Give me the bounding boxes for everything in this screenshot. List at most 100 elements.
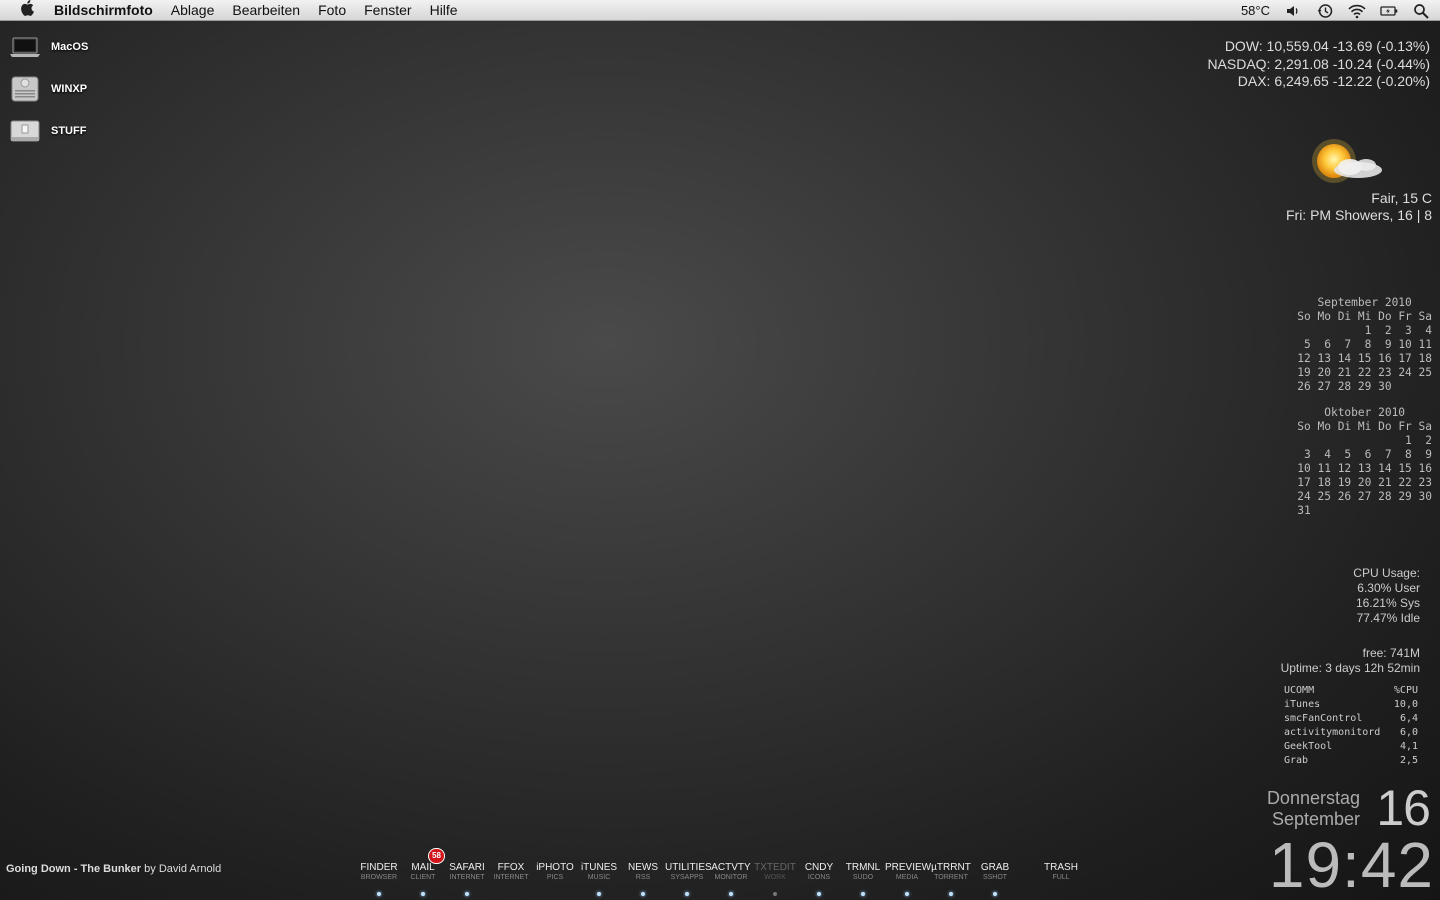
process-cpu: 6,0 <box>1399 727 1418 738</box>
dock-item-iphoto[interactable]: iPHOTO PICS <box>533 862 577 900</box>
running-indicator <box>685 892 689 896</box>
dock-item-textedit[interactable]: TXTEDIT WORK <box>753 862 797 900</box>
dock-item-terminal[interactable]: TRMNL SUDO <box>841 862 885 900</box>
calendar-weekday-row: So Mo Di Mi Do Fr Sa <box>1297 310 1432 323</box>
battery-icon[interactable] <box>1380 3 1398 19</box>
clock-day-number: 16 <box>1376 780 1431 836</box>
running-indicator <box>905 892 909 896</box>
dock-item-subtitle: SUDO <box>852 874 874 881</box>
cpu-user: 6.30% User <box>1357 581 1420 595</box>
running-indicator <box>993 892 997 896</box>
desktop-icon-winxp[interactable]: WINXP <box>9 74 87 104</box>
hard-drive-icon <box>11 76 39 102</box>
dock-item-subtitle: BROWSER <box>360 874 398 881</box>
process-row: activitymonitord 6,0 <box>1284 726 1418 740</box>
dock-item-title: CNDY <box>804 862 834 873</box>
calendar-week-row: 31 <box>1297 504 1311 517</box>
dock-item-subtitle: SSHOT <box>982 874 1008 881</box>
now-playing-by: by <box>144 863 156 875</box>
process-row: smcFanControl 6,4 <box>1284 712 1418 726</box>
running-indicator <box>597 892 601 896</box>
running-indicator <box>465 892 469 896</box>
dock-separator <box>1017 862 1039 900</box>
running-indicator <box>641 892 645 896</box>
dock-item-safari[interactable]: SAFARI INTERNET <box>445 862 489 900</box>
process-cpu: 2,5 <box>1399 755 1418 766</box>
process-name: iTunes <box>1284 699 1321 710</box>
dock-item-activity-monitor[interactable]: ACTVTY MONITOR <box>709 862 753 900</box>
desktop-icon-macos[interactable]: MacOS <box>9 32 88 62</box>
volume-icon[interactable] <box>1284 3 1302 19</box>
process-cpu: 4,1 <box>1399 741 1418 752</box>
dock-item-utilities[interactable]: UTILITIES SYSAPPS <box>665 862 712 900</box>
laptop-icon <box>10 37 40 57</box>
time-machine-icon[interactable] <box>1316 3 1334 19</box>
dock-item-title: TXTEDIT <box>754 862 796 873</box>
dock-item-trash[interactable]: TRASH FULL <box>1039 862 1083 900</box>
clock-weekday: Donnerstag <box>1266 788 1360 808</box>
calendar-september: September 2010 So Mo Di Mi Do Fr Sa 1 2 … <box>1297 296 1432 394</box>
dock-item-news[interactable]: NEWS RSS <box>621 862 665 900</box>
dock-item-subtitle: PICS <box>546 874 564 881</box>
menu-bar: Bildschirmfoto Ablage Bearbeiten Foto Fe… <box>0 0 1440 21</box>
temperature-reading[interactable]: 58°C <box>1241 3 1270 18</box>
now-playing-track: Going Down - The Bunker <box>6 863 142 875</box>
desktop-icon-label: STUFF <box>51 125 87 137</box>
dock-item-subtitle: WORK <box>764 874 786 881</box>
calendar-week-row: 17 18 19 20 21 22 23 <box>1297 476 1432 489</box>
dock-item-title: ACTVTY <box>711 862 751 873</box>
now-playing-artist: David Arnold <box>158 863 222 875</box>
sun-cloud-icon <box>1312 139 1382 183</box>
dock-item-subtitle: INTERNET <box>449 874 485 881</box>
calendar-widget: September 2010 So Mo Di Mi Do Fr Sa 1 2 … <box>1297 296 1432 518</box>
dock-item-subtitle: MONITOR <box>714 874 748 881</box>
wifi-icon[interactable] <box>1348 3 1366 19</box>
dock-item-subtitle: SYSAPPS <box>670 874 704 881</box>
dock-item-subtitle: TORRENT <box>934 874 968 881</box>
calendar-week-row: 12 13 14 15 16 17 18 <box>1297 352 1432 365</box>
dock-item-finder[interactable]: FINDER BROWSER <box>357 862 401 900</box>
process-name: smcFanControl <box>1284 713 1363 724</box>
memory-free: free: 741M <box>1362 646 1420 660</box>
clock-date-text: Donnerstag September <box>1267 788 1360 830</box>
menu-app-name[interactable]: Bildschirmfoto <box>54 0 162 21</box>
spotlight-icon[interactable] <box>1412 3 1430 19</box>
dock-item-subtitle: MUSIC <box>587 874 611 881</box>
cpu-idle: 77.47% Idle <box>1356 611 1420 625</box>
desktop-icon-stuff[interactable]: STUFF <box>9 116 86 146</box>
stock-ticker-widget: DOW: 10,559.04 -13.69 (-0.13%) NASDAQ: 2… <box>1207 38 1430 91</box>
dock-item-subtitle: INTERNET <box>493 874 529 881</box>
calendar-week-row: 19 20 21 22 23 24 25 <box>1297 366 1432 379</box>
dock-item-subtitle: ICONS <box>807 874 831 881</box>
stock-nasdaq: NASDAQ: 2,291.08 -10.24 (-0.44%) <box>1207 55 1430 72</box>
menu-fenster[interactable]: Fenster <box>355 0 420 21</box>
calendar-month-title: September 2010 <box>1317 296 1412 309</box>
dock-item-subtitle: FULL <box>1052 874 1070 881</box>
dock-item-candybar[interactable]: CNDY ICONS <box>797 862 841 900</box>
dock-item-preview[interactable]: PREVIEW MEDIA <box>885 862 931 900</box>
calendar-week-row: 1 2 3 4 <box>1297 324 1432 337</box>
dock-item-title: TRASH <box>1044 862 1078 873</box>
running-indicator <box>773 892 777 896</box>
dock-item-grab[interactable]: GRAB SSHOT <box>973 862 1017 900</box>
menu-hilfe[interactable]: Hilfe <box>421 0 467 21</box>
stock-dax: DAX: 6,249.65 -12.22 (-0.20%) <box>1237 73 1430 89</box>
dock-item-title: FFOX <box>497 862 525 873</box>
menu-ablage[interactable]: Ablage <box>162 0 224 21</box>
dock-item-mail[interactable]: 58 MAIL CLIENT <box>401 848 445 900</box>
calendar-october: Oktober 2010 So Mo Di Mi Do Fr Sa 1 2 3 … <box>1297 406 1432 518</box>
apple-icon[interactable] <box>0 0 54 21</box>
now-playing-widget: Going Down - The Bunker by David Arnold <box>6 863 221 875</box>
dock-item-firefox[interactable]: FFOX INTERNET <box>489 862 533 900</box>
dock-item-utorrent[interactable]: µTRRNT TORRENT <box>929 862 973 900</box>
dock-item-title: iTUNES <box>580 862 618 873</box>
process-name: GeekTool <box>1284 741 1333 752</box>
cpu-sys: 16.21% Sys <box>1355 596 1420 610</box>
calendar-month-title: Oktober 2010 <box>1324 406 1406 419</box>
menu-bearbeiten[interactable]: Bearbeiten <box>223 0 309 21</box>
running-indicator <box>817 892 821 896</box>
menu-foto[interactable]: Foto <box>309 0 355 21</box>
dock-item-itunes[interactable]: iTUNES MUSIC <box>577 862 621 900</box>
calendar-week-row: 24 25 26 27 28 29 30 <box>1297 490 1432 503</box>
weather-current: Fair, 15 C <box>1371 190 1432 206</box>
